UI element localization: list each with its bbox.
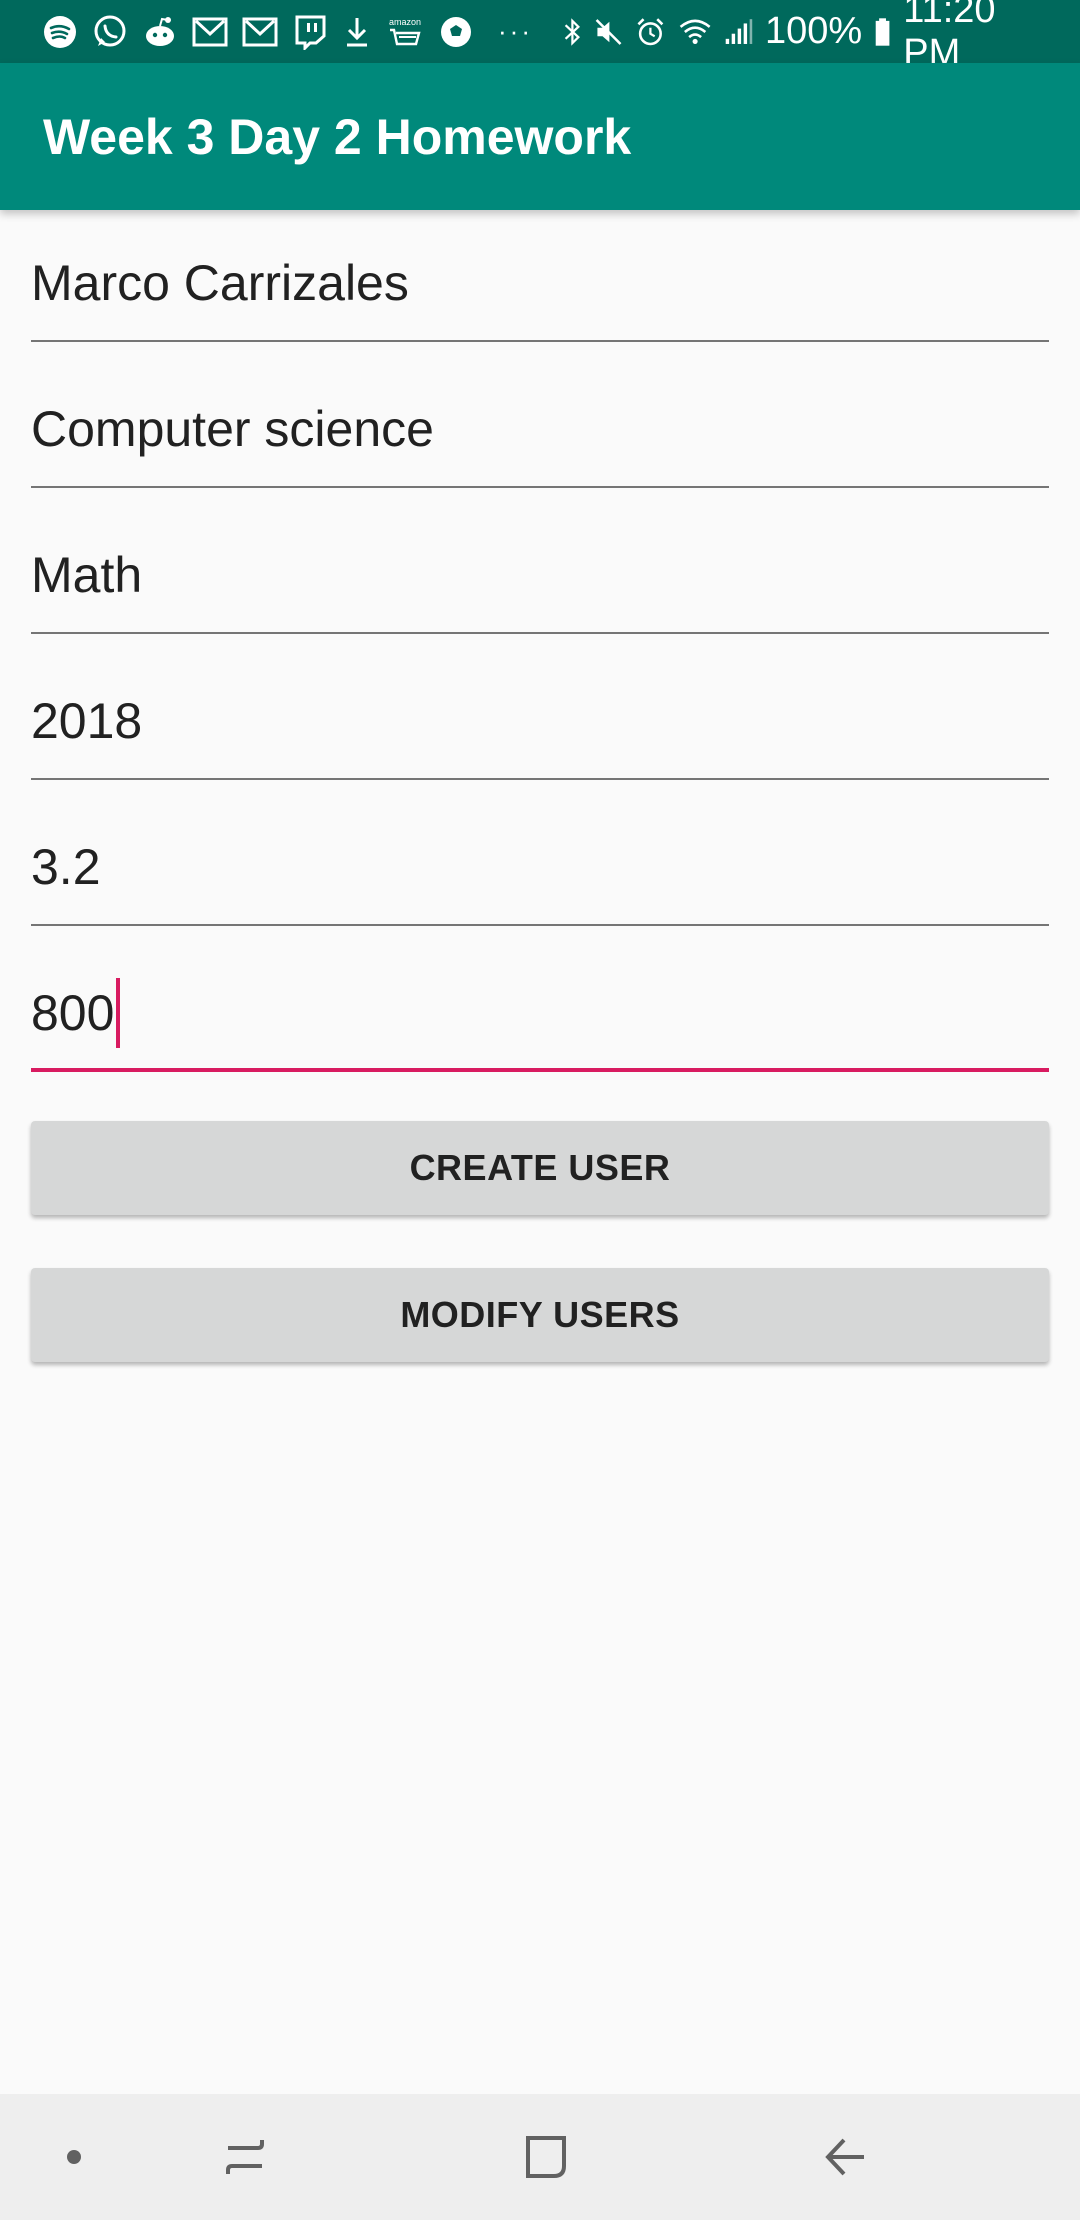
minor-field-text[interactable]: Math bbox=[31, 524, 1049, 626]
field-underline bbox=[31, 924, 1049, 926]
back-icon bbox=[825, 2138, 864, 2176]
name-field[interactable]: Marco Carrizales bbox=[31, 232, 1049, 342]
gmail-icon bbox=[192, 17, 228, 46]
year-field[interactable]: 2018 bbox=[31, 670, 1049, 780]
battery-percent: 100% bbox=[764, 10, 863, 52]
modify-users-button[interactable]: MODIFY USERS bbox=[31, 1268, 1049, 1362]
field-underline bbox=[31, 778, 1049, 780]
text-cursor bbox=[116, 978, 121, 1048]
nav-back-button[interactable] bbox=[800, 2094, 890, 2220]
recent-apps-icon bbox=[226, 2140, 264, 2174]
toolbar-title: Week 3 Day 2 Homework bbox=[43, 108, 632, 165]
nav-dot[interactable] bbox=[44, 2094, 104, 2220]
gpa-field-text[interactable]: 3.2 bbox=[31, 816, 1049, 918]
nav-recent-apps-button[interactable] bbox=[200, 2094, 290, 2220]
field-underline bbox=[31, 486, 1049, 488]
major-field-text[interactable]: Computer science bbox=[31, 378, 1049, 480]
field-underline-focused bbox=[31, 1068, 1049, 1072]
twitch-icon bbox=[295, 15, 326, 50]
score-field[interactable]: 800 bbox=[31, 962, 1049, 1072]
score-field-text: 800 bbox=[31, 985, 115, 1041]
alarm-icon bbox=[637, 17, 664, 45]
more-notifications-indicator: ··· bbox=[498, 16, 533, 46]
major-field[interactable]: Computer science bbox=[31, 378, 1049, 488]
gpa-field[interactable]: 3.2 bbox=[31, 816, 1049, 926]
notification-icons: amazon ··· bbox=[42, 14, 551, 50]
mute-icon bbox=[595, 18, 622, 45]
system-nav-bar bbox=[0, 2094, 1080, 2220]
minor-field[interactable]: Math bbox=[31, 524, 1049, 634]
nav-home-button[interactable] bbox=[500, 2094, 590, 2220]
amazon-icon: amazon bbox=[389, 17, 421, 45]
home-icon bbox=[526, 2136, 566, 2178]
name-field-text[interactable]: Marco Carrizales bbox=[31, 232, 1049, 334]
battery-icon bbox=[875, 17, 890, 46]
whatsapp-icon bbox=[94, 15, 126, 46]
app-toolbar: Week 3 Day 2 Homework bbox=[0, 63, 1080, 210]
download-icon bbox=[347, 17, 367, 46]
wifi-icon bbox=[679, 19, 711, 44]
dot-icon bbox=[67, 2150, 81, 2164]
bluetooth-icon bbox=[564, 17, 580, 46]
score-field-input[interactable]: 800 bbox=[31, 962, 1049, 1064]
reddit-icon bbox=[146, 16, 174, 46]
field-underline bbox=[31, 632, 1049, 634]
signal-icon bbox=[725, 18, 753, 44]
spotify-icon bbox=[44, 15, 76, 48]
field-underline bbox=[31, 340, 1049, 342]
create-user-button[interactable]: CREATE USER bbox=[31, 1121, 1049, 1215]
soccer-ball-icon bbox=[441, 16, 471, 47]
year-field-text[interactable]: 2018 bbox=[31, 670, 1049, 772]
svg-text:amazon: amazon bbox=[389, 17, 421, 27]
gmail-icon bbox=[242, 17, 278, 46]
status-bar: amazon ··· 100% 11:20 PM bbox=[0, 0, 1080, 74]
